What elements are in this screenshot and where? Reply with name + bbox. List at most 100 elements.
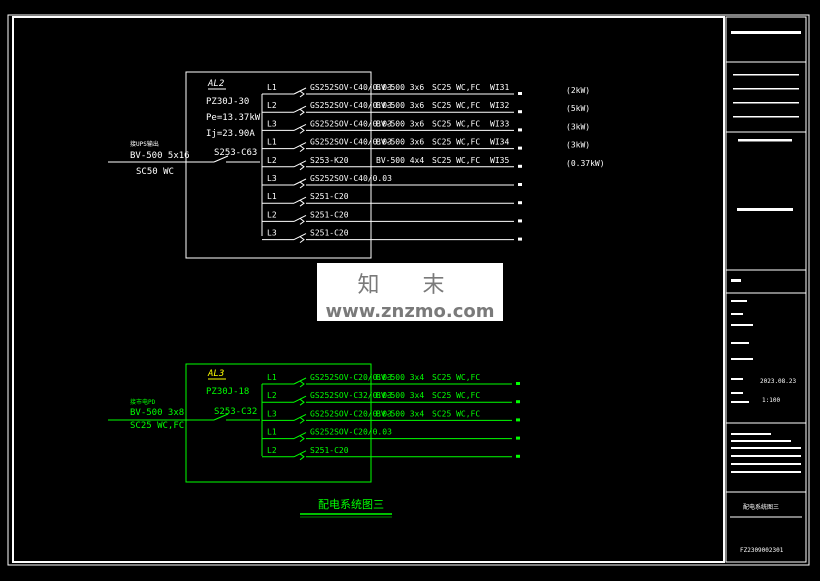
circuit-cable: BV-500 3x6 bbox=[376, 119, 424, 128]
circuit-load: (2kW) bbox=[566, 86, 590, 95]
circuit-id: WI35 bbox=[490, 156, 509, 165]
circuit-conduit: SC25 WC,FC bbox=[432, 138, 480, 147]
al2-feed-conduit: SC50 WC bbox=[136, 167, 174, 177]
al3-main-switch: S253-C32 bbox=[214, 407, 257, 417]
circuit-cable: BV-500 3x6 bbox=[376, 101, 424, 110]
circuit-phase: L2 bbox=[267, 391, 277, 400]
circuit-end-label bbox=[518, 164, 522, 168]
al3-feed-label: 接市电PD bbox=[130, 398, 156, 406]
breaker-symbol bbox=[293, 123, 307, 134]
circuit-end-label bbox=[516, 418, 520, 422]
circuit-cable: BV-500 3x6 bbox=[376, 138, 424, 147]
circuit-load: (3kW) bbox=[566, 122, 590, 131]
watermark-cn: 知 末 bbox=[357, 273, 463, 298]
circuit-end-label bbox=[518, 110, 522, 114]
al3-feed-cable: BV-500 3x8 bbox=[130, 408, 184, 418]
circuit-end-label bbox=[516, 400, 520, 404]
breaker-symbol bbox=[293, 142, 307, 152]
circuit-phase: L3 bbox=[267, 174, 277, 183]
al2-main-switch: S253-C63 bbox=[214, 148, 257, 158]
circuit-cable: BV-500 3x4 bbox=[376, 409, 424, 418]
al2-model: PZ30J-30 bbox=[206, 97, 249, 107]
breaker-symbol bbox=[293, 450, 307, 461]
circuit-load: (5kW) bbox=[566, 104, 590, 113]
title-sheet: 配电系统图三 bbox=[743, 503, 779, 511]
circuit-conduit: SC25 WC,FC bbox=[432, 119, 480, 128]
circuit-id: WI32 bbox=[490, 101, 509, 110]
al2-feed-cable: BV-500 5x16 bbox=[130, 151, 190, 161]
circuit-breaker: S251-C20 bbox=[310, 446, 349, 455]
al3-name: AL3 bbox=[207, 369, 224, 379]
circuit-phase: L1 bbox=[267, 428, 277, 437]
circuit-phase: L3 bbox=[267, 229, 277, 238]
circuit-end-label bbox=[516, 436, 520, 440]
breaker-symbol bbox=[293, 214, 307, 225]
circuit-conduit: SC25 WC,FC bbox=[432, 156, 480, 165]
circuit-end-label bbox=[518, 201, 522, 205]
title-scale: 1:100 bbox=[762, 397, 780, 404]
circuit-phase: L1 bbox=[267, 373, 277, 382]
circuit-breaker: S253-K20 bbox=[310, 156, 349, 165]
circuit-cable: BV-500 3x4 bbox=[376, 373, 424, 382]
circuit-conduit: SC25 WC,FC bbox=[432, 101, 480, 110]
circuit-breaker: GS252SOV-C40/0.03 bbox=[310, 174, 392, 183]
watermark-url: www.znzmo.com bbox=[325, 301, 495, 322]
al2-ij: Ij=23.90A bbox=[206, 129, 255, 139]
circuit-cable: BV-500 3x4 bbox=[376, 391, 424, 400]
breaker-symbol bbox=[293, 160, 307, 171]
circuit-phase: L2 bbox=[267, 101, 277, 110]
circuit-phase: L1 bbox=[267, 83, 277, 92]
breaker-symbol bbox=[293, 105, 307, 116]
circuit-cable: BV-500 3x6 bbox=[376, 83, 424, 92]
title-drawing-no: FZ2309002301 bbox=[740, 547, 784, 554]
drawing-caption: 配电系统图三 bbox=[318, 498, 384, 511]
panel-al2: AL2 PZ30J-30 Pe=13.37kW Ij=23.90A S253-C… bbox=[108, 71, 605, 259]
circuit-phase: L2 bbox=[267, 446, 277, 455]
panel-al3: AL3 PZ30J-18 S253-C32 接市电PD BV-500 3x8 S… bbox=[108, 363, 520, 483]
al3-model: PZ30J-18 bbox=[206, 387, 249, 397]
circuit-phase: L2 bbox=[267, 156, 277, 165]
circuit-conduit: SC25 WC,FC bbox=[432, 409, 480, 418]
circuit-phase: L1 bbox=[267, 138, 277, 147]
breaker-symbol bbox=[293, 413, 307, 424]
circuit-end-label bbox=[518, 183, 522, 186]
al2-pe: Pe=13.37kW bbox=[206, 113, 261, 123]
circuit-load: (3kW) bbox=[566, 141, 590, 150]
circuit-phase: L3 bbox=[267, 409, 277, 418]
circuit-breaker: S251-C20 bbox=[310, 229, 349, 238]
circuit-end-label bbox=[516, 382, 520, 385]
title-block-frame bbox=[725, 16, 807, 563]
breaker-symbol bbox=[293, 233, 307, 243]
circuit-breaker: S251-C20 bbox=[310, 192, 349, 201]
circuit-conduit: SC25 WC,FC bbox=[432, 83, 480, 92]
breaker-symbol bbox=[293, 432, 307, 442]
circuit-end-label bbox=[518, 146, 522, 150]
breaker-symbol bbox=[293, 196, 307, 207]
circuit-end-label bbox=[518, 128, 522, 132]
circuit-conduit: SC25 WC,FC bbox=[432, 373, 480, 382]
watermark: 知 末 www.znzmo.com bbox=[317, 263, 503, 322]
breaker-symbol bbox=[293, 395, 307, 406]
breaker-symbol bbox=[293, 87, 307, 98]
circuit-phase: L1 bbox=[267, 192, 277, 201]
circuit-conduit: SC25 WC,FC bbox=[432, 391, 480, 400]
circuit-phase: L2 bbox=[267, 210, 277, 219]
al2-name: AL2 bbox=[207, 79, 224, 89]
circuit-breaker: GS252SOV-C20/0.03 bbox=[310, 428, 392, 437]
title-date: 2023.08.23 bbox=[760, 378, 797, 385]
circuit-phase: L3 bbox=[267, 119, 277, 128]
al3-feed-conduit: SC25 WC,FC bbox=[130, 421, 184, 431]
circuit-load: (0.37kW) bbox=[566, 159, 605, 168]
circuit-id: WI31 bbox=[490, 83, 509, 92]
title-block: 2023.08.23 1:100 配电系统图三 FZ2309002301 bbox=[726, 31, 806, 554]
circuit-end-label bbox=[518, 92, 522, 95]
breaker-symbol bbox=[293, 178, 307, 189]
circuit-cable: BV-500 4x4 bbox=[376, 156, 424, 165]
circuit-end-label bbox=[518, 219, 522, 223]
circuit-id: WI34 bbox=[490, 138, 509, 147]
circuit-end-label bbox=[518, 237, 522, 241]
al2-feed-label: 接UPS输出 bbox=[130, 140, 159, 148]
circuit-id: WI33 bbox=[490, 119, 509, 128]
circuit-end-label bbox=[516, 454, 520, 458]
circuit-breaker: S251-C20 bbox=[310, 210, 349, 219]
